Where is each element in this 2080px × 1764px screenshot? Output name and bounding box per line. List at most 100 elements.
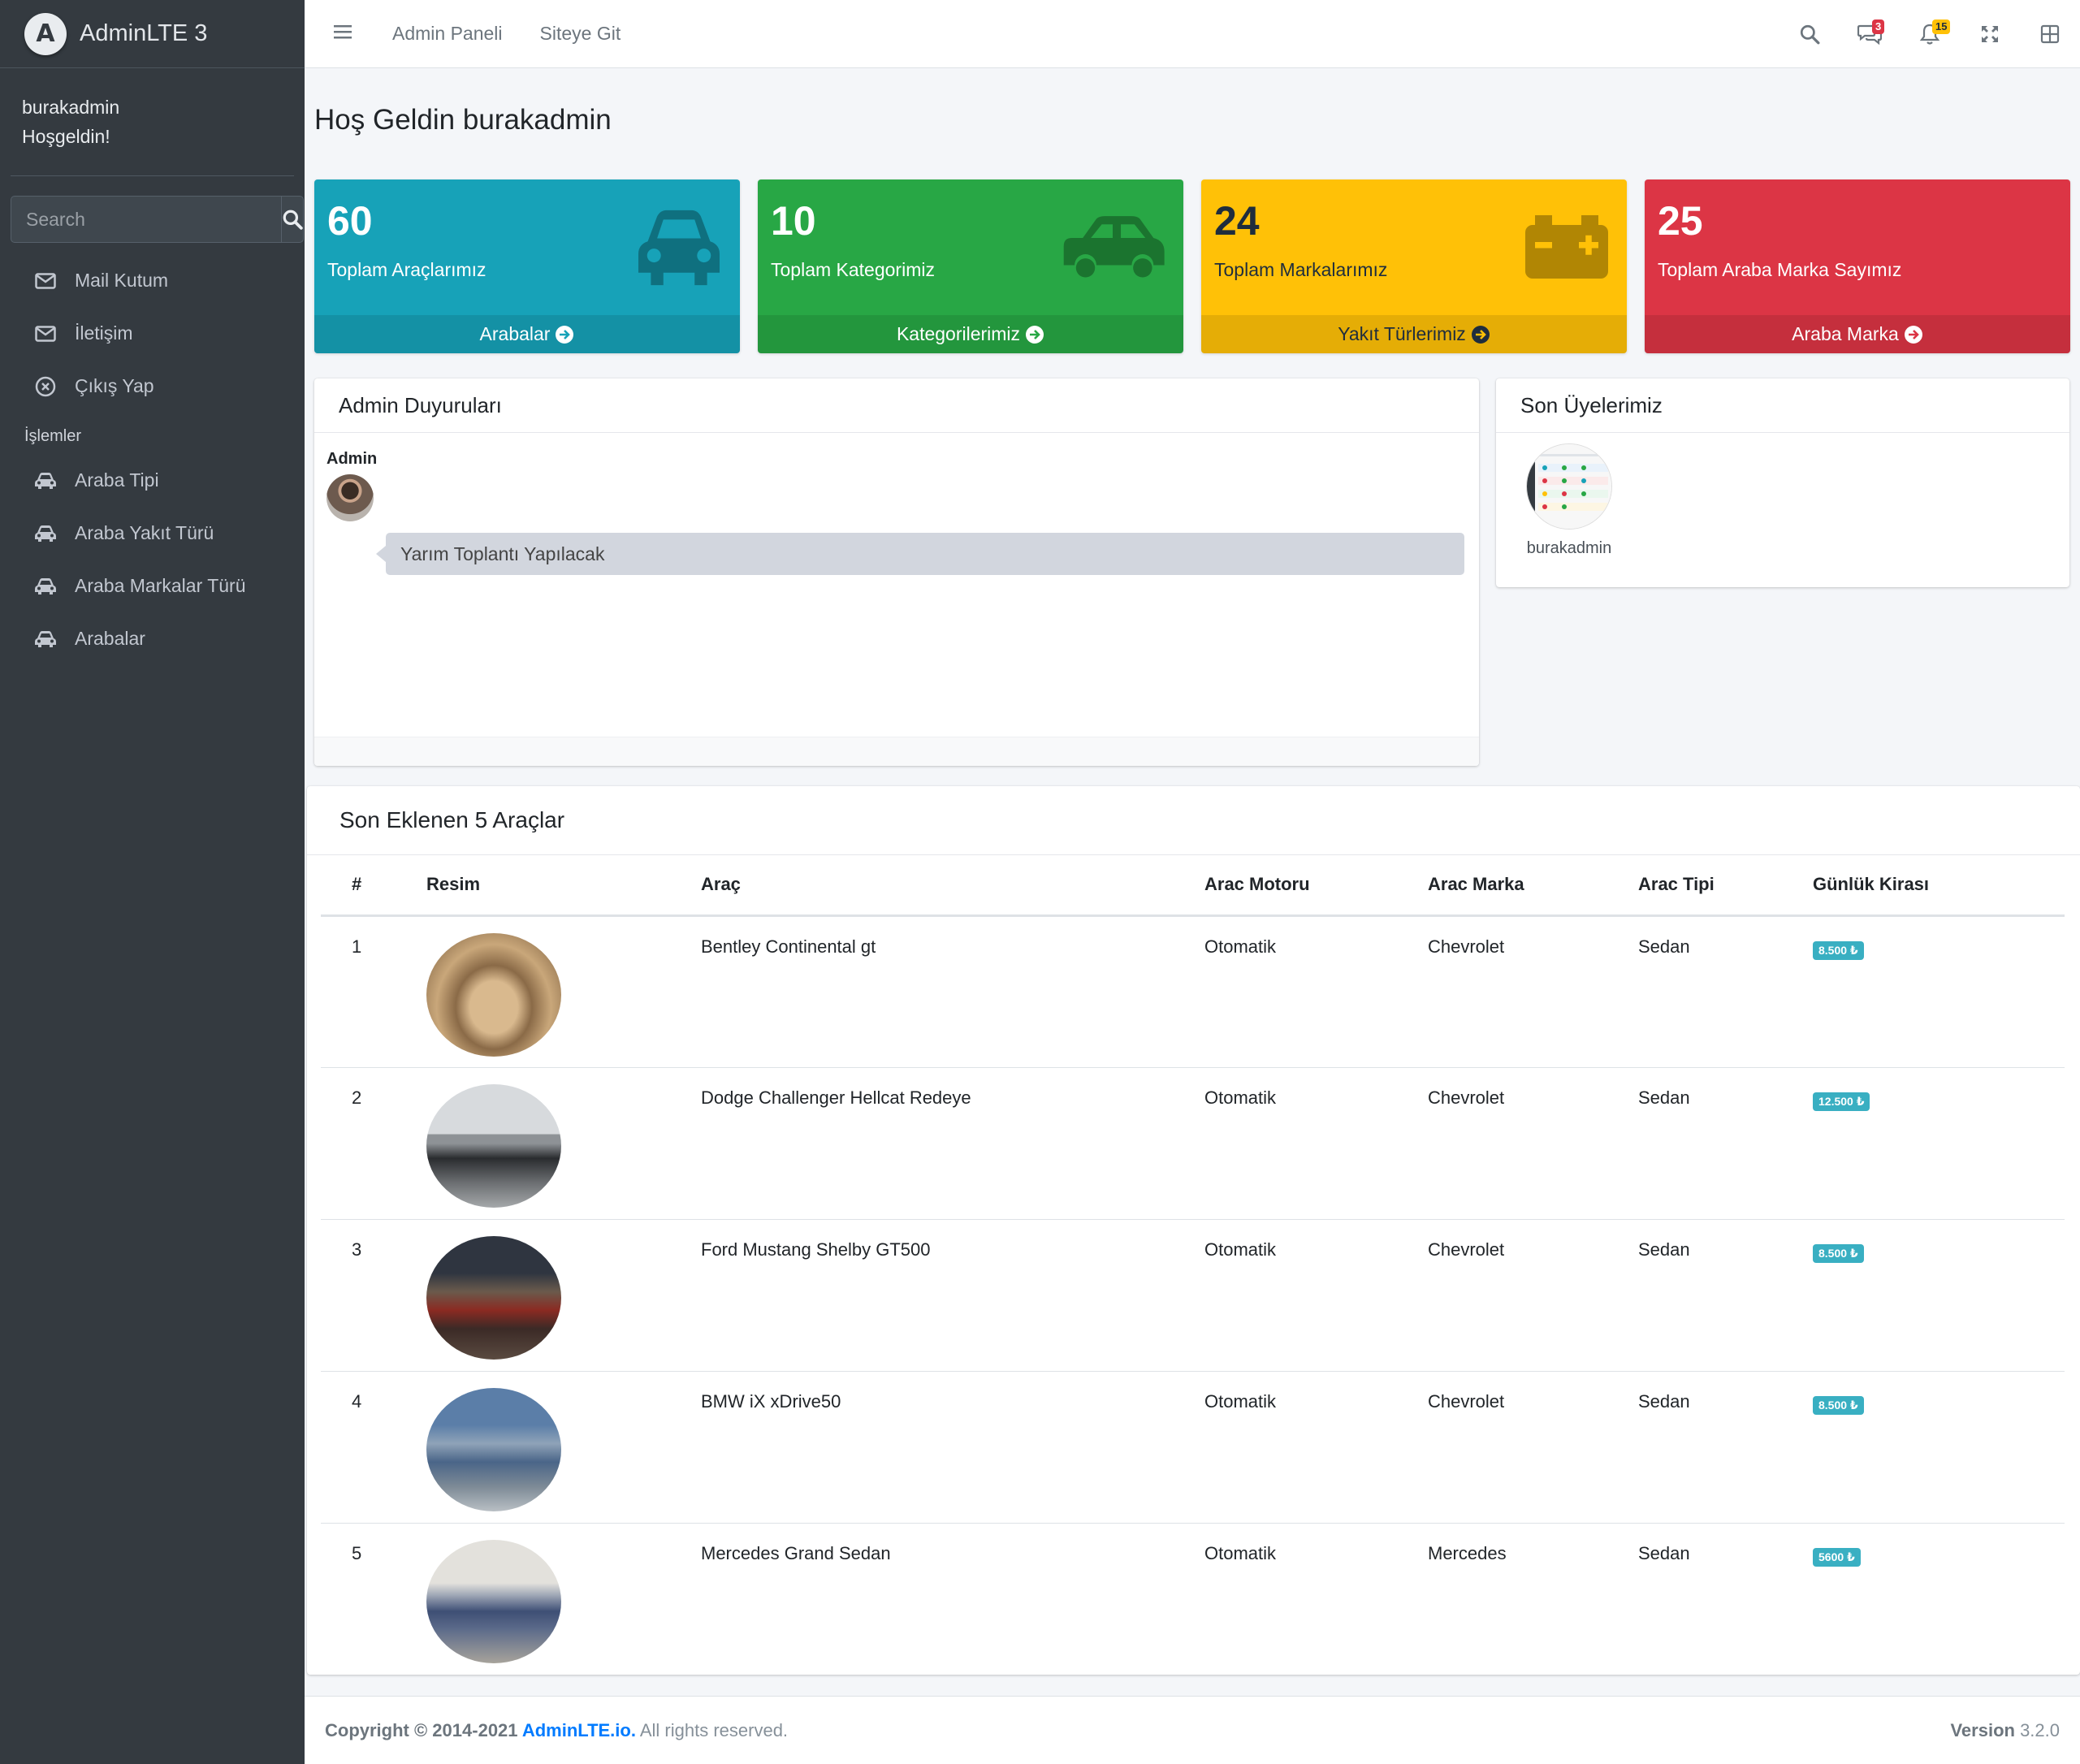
member-name[interactable]: burakadmin xyxy=(1514,539,1624,558)
car-brand: Chevrolet xyxy=(1428,1219,1638,1372)
notifications-dropdown[interactable]: 15 xyxy=(1900,0,1960,68)
car-icon xyxy=(634,207,724,292)
price-cell: 8.500 ₺ xyxy=(1813,1219,2065,1372)
sidebar-item-cars[interactable]: Arabalar xyxy=(0,612,305,665)
stat-box-cars: 60 Toplam Araçlarımız Arabalar xyxy=(314,179,740,353)
go-to-site-link[interactable]: Siteye Git xyxy=(540,23,621,45)
stat-footer-link[interactable]: Yakıt Türlerimiz xyxy=(1201,315,1627,353)
car-image-cell xyxy=(426,1219,701,1372)
search-icon xyxy=(1800,24,1820,45)
navbar-right: 3 15 xyxy=(1779,0,2080,68)
sidebar-item-logout[interactable]: Çıkış Yap xyxy=(0,360,305,413)
recent-cars-card: Son Eklenen 5 Araçlar # Resim Araç Arac … xyxy=(307,786,2080,1675)
sidebar-item-label: Çıkış Yap xyxy=(75,375,154,396)
car-engine: Otomatik xyxy=(1204,1371,1428,1524)
sidebar-item-label: Araba Tipi xyxy=(75,469,159,491)
members-card: Son Üyelerimiz burakadmin xyxy=(1496,378,2069,587)
cars-table: # Resim Araç Arac Motoru Arac Marka Arac… xyxy=(321,855,2065,1675)
column-header: Arac Motoru xyxy=(1204,855,1428,917)
hamburger-menu-icon[interactable] xyxy=(334,24,355,43)
car-icon xyxy=(32,630,58,648)
sidebar-item-label: Mail Kutum xyxy=(75,270,169,291)
stat-value: 60 xyxy=(327,198,373,244)
car-image xyxy=(426,932,561,1057)
admin-panel-link[interactable]: Admin Paneli xyxy=(392,23,503,45)
car-type: Sedan xyxy=(1638,1067,1813,1220)
brand-link[interactable]: A AdminLTE 3 xyxy=(0,0,305,68)
stat-value: 24 xyxy=(1214,198,1260,244)
fullscreen-button[interactable] xyxy=(1960,0,2020,68)
row-number: 4 xyxy=(321,1371,426,1524)
sidebar-item-car-type[interactable]: Araba Tipi xyxy=(0,454,305,507)
sidebar-item-fuel-type[interactable]: Araba Yakıt Türü xyxy=(0,507,305,560)
times-circle-icon xyxy=(32,376,58,397)
car-image xyxy=(426,1539,561,1663)
car-engine: Otomatik xyxy=(1204,1542,1277,1563)
arrow-circle-right-icon xyxy=(555,325,574,344)
navbar-search-button[interactable] xyxy=(1779,0,1840,68)
stat-label: Toplam Markalarımız xyxy=(1214,259,1388,280)
price-badge: 8.500 ₺ xyxy=(1813,940,1864,960)
column-header: Günlük Kirası xyxy=(1813,855,2065,917)
expand-arrows-icon xyxy=(1982,26,1998,42)
column-header: Araç xyxy=(701,855,1204,917)
battery-icon xyxy=(1523,212,1611,286)
message-text: Yarım Toplantı Yapılacak xyxy=(376,533,1464,575)
price-cell: 5600 ₺ xyxy=(1813,1523,2065,1675)
user-name[interactable]: burakadmin xyxy=(22,93,283,122)
stat-footer-link[interactable]: Araba Marka xyxy=(1645,315,2070,353)
stat-footer-link[interactable]: Kategorilerimiz xyxy=(758,315,1183,353)
envelope-icon xyxy=(32,272,58,289)
version-value: 3.2.0 xyxy=(2014,1719,2060,1740)
table-row: 5 Mercedes Grand Sedan Otomatik Mercedes… xyxy=(321,1523,2065,1675)
arrow-circle-right-icon xyxy=(1025,325,1044,344)
control-sidebar-button[interactable] xyxy=(2020,0,2080,68)
stat-box-brands: 24 Toplam Markalarımız Yakıt Türlerimiz xyxy=(1201,179,1627,353)
top-navbar: Admin Paneli Siteye Git 3 15 xyxy=(305,0,2080,68)
card-title: Son Eklenen 5 Araçlar xyxy=(307,786,2080,855)
column-header: Arac Tipi xyxy=(1638,855,1813,917)
price-badge: 8.500 ₺ xyxy=(1813,1395,1864,1415)
brand-name: AdminLTE 3 xyxy=(80,20,208,46)
stat-footer-label: Arabalar xyxy=(479,323,551,344)
car-brand: Mercedes xyxy=(1428,1542,1507,1563)
brand-logo-icon: A xyxy=(24,12,67,55)
row-number: 3 xyxy=(321,1219,426,1372)
sidebar-item-label: İletişim xyxy=(75,322,133,344)
table-row: 4 BMW iX xDrive50 Otomatik Chevrolet Sed… xyxy=(321,1371,2065,1524)
column-header: Arac Marka xyxy=(1428,855,1638,917)
car-name: Dodge Challenger Hellcat Redeye xyxy=(701,1067,1204,1220)
sidebar-item-contact[interactable]: İletişim xyxy=(0,307,305,360)
sidebar-search-button[interactable] xyxy=(281,196,304,243)
avatar[interactable] xyxy=(1526,443,1612,530)
copyright-text: Copyright © 2014-2021 xyxy=(325,1719,522,1740)
stat-footer-link[interactable]: Arabalar xyxy=(314,315,740,353)
page-footer: Copyright © 2014-2021 AdminLTE.io. All r… xyxy=(305,1696,2080,1764)
sidebar-item-brand-type[interactable]: Araba Markalar Türü xyxy=(0,560,305,612)
stat-box-categories: 10 Toplam Kategorimiz Kategorilerimiz xyxy=(758,179,1183,353)
price-badge: 12.500 ₺ xyxy=(1813,1092,1870,1111)
copyright: Copyright © 2014-2021 AdminLTE.io. All r… xyxy=(325,1720,788,1741)
sidebar-item-label: Arabalar xyxy=(75,628,145,649)
price-badge: 8.500 ₺ xyxy=(1813,1243,1864,1263)
th-large-icon xyxy=(2040,24,2060,44)
arrow-circle-right-icon xyxy=(1471,325,1490,344)
table-header-row: # Resim Araç Arac Motoru Arac Marka Arac… xyxy=(321,855,2065,917)
messages-dropdown[interactable]: 3 xyxy=(1840,0,1900,68)
car-icon xyxy=(32,577,58,595)
car-icon xyxy=(32,525,58,543)
car-engine: Otomatik xyxy=(1204,1219,1428,1372)
stat-box-car-brands: 25 Toplam Araba Marka Sayımız Araba Mark… xyxy=(1645,179,2070,353)
sidebar-search-input[interactable] xyxy=(11,196,281,243)
table-row: 2 Dodge Challenger Hellcat Redeye Otomat… xyxy=(321,1067,2065,1220)
stat-value: 10 xyxy=(771,198,816,244)
search-icon xyxy=(283,210,303,230)
user-greeting: Hoşgeldin! xyxy=(22,126,110,147)
stat-label: Toplam Kategorimiz xyxy=(771,259,935,280)
car-image-cell xyxy=(426,1523,701,1675)
sidebar-item-mail[interactable]: Mail Kutum xyxy=(0,254,305,307)
car-brand: Chevrolet xyxy=(1428,1371,1638,1524)
car-type: Sedan xyxy=(1638,1371,1813,1524)
adminlte-link[interactable]: AdminLTE.io. xyxy=(522,1720,636,1740)
car-engine: Otomatik xyxy=(1204,1067,1428,1220)
